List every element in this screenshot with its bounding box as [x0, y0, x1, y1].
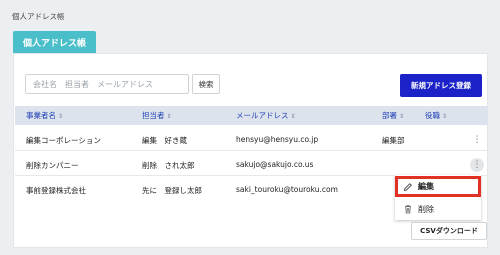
sort-icon: ⇕	[166, 113, 172, 120]
trash-icon	[405, 205, 411, 214]
table-header: 事業者名 ⇕ 担当者 ⇕ メールアドレス ⇕ 部署 ⇕ 役職 ⇕	[15, 106, 488, 125]
menu-item-edit[interactable]: 編集	[395, 176, 481, 197]
menu-item-delete[interactable]: 削除	[395, 199, 481, 219]
sort-icon: ⇕	[399, 113, 405, 120]
company-cell: 事前登録株式会社	[26, 186, 86, 195]
tab-personal-address-book[interactable]: 個人アドレス帳	[13, 31, 96, 53]
person-cell: 先に 登録し太郎	[142, 186, 202, 195]
person-cell: 編集 好き蔵	[142, 136, 187, 145]
csv-download-button[interactable]: CSVダウンロード	[411, 222, 487, 240]
row-menu-icon[interactable]: ⋮	[470, 133, 484, 147]
column-header-person[interactable]: 担当者 ⇕	[142, 110, 172, 121]
column-header-dept[interactable]: 部署 ⇕	[382, 110, 404, 121]
sort-icon: ⇕	[442, 113, 448, 120]
dept-cell: 編集部	[382, 136, 405, 145]
email-cell: saki_touroku@touroku.com	[236, 185, 338, 194]
column-header-company[interactable]: 事業者名 ⇕	[26, 110, 63, 121]
company-cell: 編集コーポレーション	[26, 136, 101, 145]
email-cell: sakujo@sakujo.co.us	[236, 160, 314, 169]
person-cell: 削除 され太郎	[142, 161, 195, 170]
search-input[interactable]	[25, 74, 189, 94]
page-title: 個人アドレス帳	[12, 12, 65, 21]
column-header-title[interactable]: 役職 ⇕	[425, 110, 447, 121]
row-context-menu: 編集 削除	[395, 175, 481, 220]
menu-item-label: 削除	[418, 204, 434, 214]
table-row[interactable]: 編集コーポレーション 編集 好き蔵 hensyu@hensyu.co.jp 編集…	[15, 129, 488, 151]
new-address-button[interactable]: 新規アドレス登録	[400, 74, 482, 97]
pencil-icon	[403, 182, 412, 191]
search-button[interactable]: 検索	[192, 74, 220, 94]
menu-item-label: 編集	[418, 182, 434, 191]
column-header-email[interactable]: メールアドレス ⇕	[236, 110, 296, 121]
company-cell: 削除カンパニー	[26, 161, 79, 170]
sort-icon: ⇕	[58, 113, 64, 120]
sort-icon: ⇕	[290, 113, 296, 120]
row-menu-icon[interactable]: ⋮	[470, 158, 484, 172]
email-cell: hensyu@hensyu.co.jp	[236, 135, 319, 144]
table-row[interactable]: 削除カンパニー 削除 され太郎 sakujo@sakujo.co.us ⋮	[15, 154, 488, 176]
